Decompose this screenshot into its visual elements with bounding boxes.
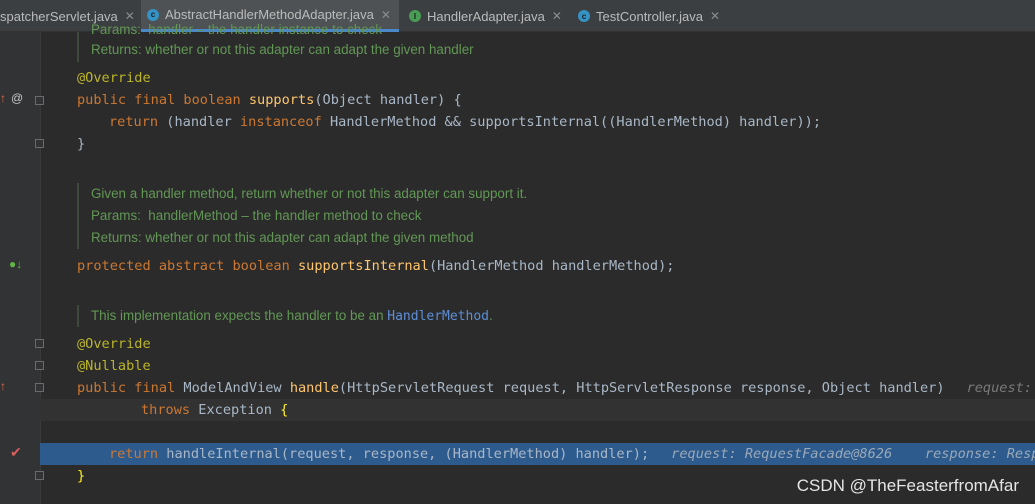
tab-handler-adapter[interactable]: I HandlerAdapter.java ✕ (404, 0, 569, 32)
doc-params-line: Params: handler – the handler instance t… (91, 22, 383, 37)
close-icon[interactable]: ✕ (710, 9, 720, 23)
tab-label: HandlerAdapter.java (427, 8, 545, 24)
tab-label: TestController.java (596, 8, 703, 24)
code-text: (handler (158, 114, 240, 130)
fold-marker-icon[interactable] (35, 139, 44, 148)
doc-line: Given a handler method, return whether o… (91, 186, 528, 201)
doc-link[interactable]: HandlerMethod (387, 309, 489, 324)
keyword: throws (141, 402, 191, 418)
close-icon[interactable]: ✕ (552, 9, 562, 23)
doc-returns-line: Returns: whether or not this adapter can… (91, 230, 474, 245)
keyword: protected abstract boolean (77, 258, 298, 274)
brace: { (280, 402, 289, 418)
signature: (HttpServletRequest request, HttpServlet… (338, 380, 945, 396)
code-line: protected abstract boolean supportsInter… (77, 255, 674, 277)
code-line: @Override (77, 333, 151, 355)
annotation: @Override (77, 336, 151, 352)
fold-marker-icon[interactable] (35, 361, 44, 370)
keyword: return (109, 114, 159, 130)
doc-comment-bar (77, 305, 79, 327)
debug-inline-hint: request: Re (966, 380, 1033, 396)
return-type: ModelAndView (183, 380, 290, 396)
doc-returns-line: Returns: whether or not this adapter can… (91, 42, 474, 57)
code-line: @Override (77, 67, 151, 89)
doc-comment-bar (77, 183, 79, 249)
code-text: Exception (190, 402, 281, 418)
code-text: HandlerMethod && supportsInternal((Handl… (321, 114, 822, 130)
method-name: handle (289, 380, 339, 396)
doc-comment-bar (77, 32, 79, 62)
tab-test-controller[interactable]: c TestController.java ✕ (573, 0, 753, 32)
code-line: public final ModelAndView handle(HttpSer… (77, 377, 1035, 399)
brace: } (77, 468, 86, 484)
keyword: instanceof (239, 114, 322, 130)
keyword: return (109, 446, 159, 462)
code-text: handleInternal(request, response, (Handl… (158, 446, 650, 462)
keyword: public final (77, 380, 184, 396)
signature: (Object handler) { (314, 92, 462, 108)
annotation: @Override (77, 70, 151, 86)
annotation: @Nullable (77, 358, 151, 374)
code-line: } (77, 465, 85, 487)
overriding-method-icon[interactable]: ↑ (0, 379, 6, 393)
doc-line: This implementation expects the handler … (91, 305, 493, 327)
fold-marker-icon[interactable] (35, 471, 44, 480)
doc-text: . (489, 308, 493, 323)
method-name: supports (248, 92, 315, 108)
code-line: public final boolean supports(Object han… (77, 89, 462, 111)
fold-marker-icon[interactable] (35, 383, 44, 392)
debug-inline-hint: request: RequestFacade@8626 response: Re… (671, 446, 1035, 462)
signature: (HandlerMethod handlerMethod); (428, 258, 675, 274)
keyword: public final boolean (77, 92, 249, 108)
code-line: throws Exception { (141, 399, 288, 421)
interface-icon: I (409, 10, 421, 22)
at-annotation-icon[interactable]: @ (11, 91, 23, 105)
code-line: } (77, 136, 86, 152)
breakpoint-icon[interactable]: ✔ (10, 444, 22, 461)
overriding-method-icon[interactable]: ↑ (0, 91, 6, 105)
fold-marker-icon[interactable] (35, 96, 44, 105)
watermark: CSDN @TheFeasterfromAfar (796, 476, 1019, 495)
code-line-current: return handleInternal(request, response,… (109, 443, 1035, 465)
code-line: @Nullable (77, 355, 151, 377)
close-icon[interactable]: ✕ (381, 8, 391, 22)
code-line: return (handler instanceof HandlerMethod… (109, 111, 821, 133)
implemented-method-icon[interactable]: ●↓ (9, 257, 22, 271)
doc-params-line: Params: handlerMethod – the handler meth… (91, 208, 422, 223)
class-icon: c (578, 10, 590, 22)
method-name: supportsInternal (297, 258, 429, 274)
fold-marker-icon[interactable] (35, 339, 44, 348)
doc-text: This implementation expects the handler … (91, 308, 388, 323)
